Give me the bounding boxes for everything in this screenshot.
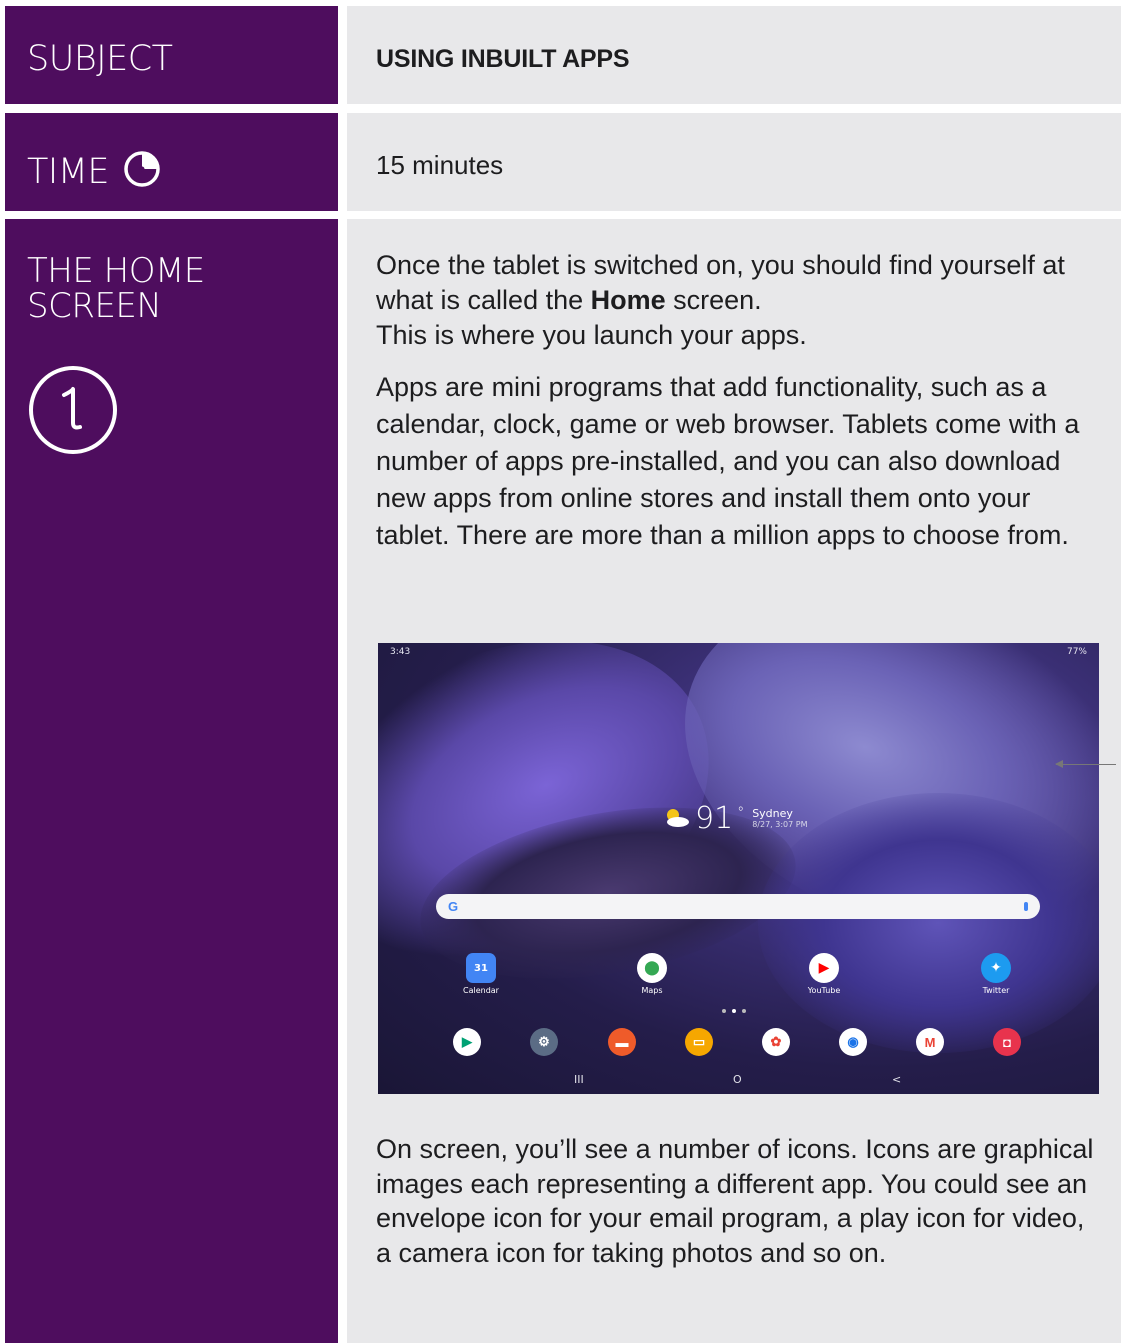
recent-apps-button[interactable]: III [574, 1073, 584, 1086]
app-maps[interactable]: ⬤ Maps [622, 953, 682, 995]
weather-city: Sydney [752, 807, 793, 820]
home-screen-label-cell: THE HOME SCREEN [5, 219, 338, 1343]
subject-value: USING INBUILT APPS [376, 45, 630, 73]
google-logo: G [448, 899, 459, 914]
intro-text-bold: Home [590, 285, 666, 315]
app-label: Twitter [982, 986, 1010, 995]
subject-value-cell: USING INBUILT APPS [347, 6, 1121, 104]
status-battery: 77% [1066, 647, 1087, 657]
twitter-icon: ✦ [981, 953, 1011, 983]
time-label: TIME [27, 152, 110, 192]
app-twitter[interactable]: ✦ Twitter [966, 953, 1026, 995]
subject-label-cell: SUBJECT [5, 6, 338, 104]
chrome-icon[interactable]: ◉ [839, 1028, 867, 1056]
app-label: Maps [641, 986, 663, 995]
intro-text-c: This is where you launch your apps. [376, 320, 807, 350]
icons-paragraph: On screen, you’ll see a number of icons.… [376, 1134, 1094, 1268]
apps-paragraph: Apps are mini programs that add function… [376, 372, 1080, 550]
status-time: 3:43 [390, 647, 411, 657]
weather-updated: 8/27, 3:07 PM [752, 820, 808, 829]
weather-temp-unit: ° [737, 805, 745, 821]
photos-icon[interactable]: ✿ [762, 1028, 790, 1056]
settings-icon[interactable]: ⚙ [530, 1028, 558, 1056]
home-screen-label: THE HOME SCREEN [27, 251, 205, 327]
tablet-home-screenshot: 3:43 77% 91 ° Sydney 8/27, 3:07 PM G 31 [378, 643, 1099, 1094]
tablet-nav-bar: III O < [378, 1073, 1099, 1087]
step-number-badge [28, 365, 118, 459]
tablet-status-bar: 3:43 77% [390, 647, 1087, 657]
subject-label: SUBJECT [27, 39, 173, 79]
time-label-wrap: TIME [27, 150, 161, 195]
play-store-icon[interactable]: ▶ [453, 1028, 481, 1056]
intro-text-b: screen. [665, 285, 762, 315]
home-screen-label-line2: SCREEN [27, 286, 162, 327]
page-indicator [722, 1009, 746, 1013]
weather-temperature: 91 [695, 801, 734, 836]
app-label: YouTube [807, 986, 841, 995]
time-value-cell: 15 minutes [347, 113, 1121, 211]
clock-icon [123, 150, 161, 195]
time-label-cell: TIME [5, 113, 338, 211]
weather-widget: 91 ° Sydney 8/27, 3:07 PM [661, 801, 807, 836]
time-value: 15 minutes [376, 150, 504, 180]
app-calendar[interactable]: 31 Calendar [451, 953, 511, 995]
google-search-bar[interactable]: G [436, 894, 1040, 919]
app-label: Calendar [463, 986, 499, 995]
app-dock: ▶ ⚙ ▬ ▭ ✿ ◉ M ◘ [378, 1028, 1099, 1058]
gmail-icon[interactable]: M [916, 1028, 944, 1056]
mic-icon[interactable] [1024, 902, 1028, 911]
weather-icon [661, 806, 691, 832]
home-screen-label-line1: THE HOME [27, 251, 205, 291]
calendar-icon: 31 [466, 953, 496, 983]
youtube-icon: ▶ [809, 953, 839, 983]
intro-paragraph: Once the tablet is switched on, you shou… [376, 248, 1096, 353]
callout-pointer-arrow [1055, 760, 1116, 768]
home-button[interactable]: O [733, 1073, 742, 1086]
notes-icon[interactable]: ▬ [608, 1028, 636, 1056]
app-youtube[interactable]: ▶ YouTube [794, 953, 854, 995]
files-icon[interactable]: ▭ [685, 1028, 713, 1056]
back-button[interactable]: < [892, 1073, 901, 1086]
home-screen-content-cell: Once the tablet is switched on, you shou… [347, 219, 1121, 1343]
maps-icon: ⬤ [637, 953, 667, 983]
camera-icon[interactable]: ◘ [993, 1028, 1021, 1056]
